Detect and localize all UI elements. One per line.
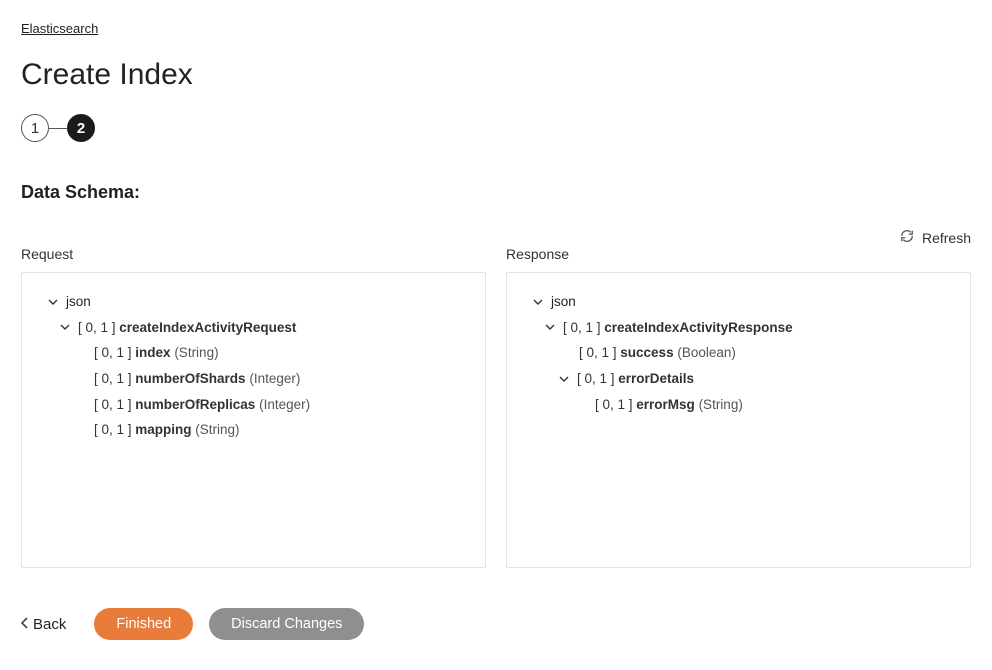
footer-buttons: Back Finished Discard Changes <box>21 608 971 640</box>
tree-node: [ 0, 1 ] index (String) <box>36 340 471 366</box>
finished-button[interactable]: Finished <box>94 608 193 640</box>
tree-node-label: [ 0, 1 ] success (Boolean) <box>579 340 736 366</box>
tree-node-label: [ 0, 1 ] numberOfReplicas (Integer) <box>94 392 310 418</box>
step-2[interactable]: 2 <box>67 114 95 142</box>
tree-node: [ 0, 1 ] numberOfShards (Integer) <box>36 366 471 392</box>
tree-root[interactable]: json <box>521 289 956 315</box>
request-column: Request json[ 0, 1 ] createIndexActivity… <box>21 246 486 568</box>
tree-node: [ 0, 1 ] numberOfReplicas (Integer) <box>36 392 471 418</box>
tree-node-label: [ 0, 1 ] index (String) <box>94 340 219 366</box>
tree-node-label: [ 0, 1 ] createIndexActivityRequest <box>78 315 296 341</box>
chevron-down-icon[interactable] <box>543 320 557 334</box>
tree-node-label: [ 0, 1 ] numberOfShards (Integer) <box>94 366 300 392</box>
refresh-button[interactable]: Refresh <box>900 229 971 246</box>
request-schema-panel: json[ 0, 1 ] createIndexActivityRequest[… <box>21 272 486 568</box>
tree-root-label: json <box>66 289 91 315</box>
refresh-icon <box>900 229 914 246</box>
tree-node-label: [ 0, 1 ] errorMsg (String) <box>595 392 743 418</box>
chevron-down-icon[interactable] <box>531 295 545 309</box>
breadcrumb-link[interactable]: Elasticsearch <box>21 21 98 36</box>
response-column: Response json[ 0, 1 ] createIndexActivit… <box>506 246 971 568</box>
tree-node[interactable]: [ 0, 1 ] errorDetails <box>521 366 956 392</box>
request-label: Request <box>21 246 486 262</box>
tree-node[interactable]: [ 0, 1 ] createIndexActivityRequest <box>36 315 471 341</box>
stepper: 1 2 <box>21 114 971 142</box>
discard-button[interactable]: Discard Changes <box>209 608 364 640</box>
tree-node: [ 0, 1 ] errorMsg (String) <box>521 392 956 418</box>
step-connector <box>49 128 67 129</box>
refresh-label: Refresh <box>922 230 971 246</box>
tree-node-label: [ 0, 1 ] errorDetails <box>577 366 694 392</box>
step-1[interactable]: 1 <box>21 114 49 142</box>
back-label: Back <box>33 616 66 633</box>
tree-node: [ 0, 1 ] mapping (String) <box>36 417 471 443</box>
section-title: Data Schema: <box>21 182 971 203</box>
tree-root[interactable]: json <box>36 289 471 315</box>
response-schema-panel: json[ 0, 1 ] createIndexActivityResponse… <box>506 272 971 568</box>
tree-node: [ 0, 1 ] success (Boolean) <box>521 340 956 366</box>
page-title: Create Index <box>21 58 971 92</box>
chevron-left-icon <box>21 616 29 633</box>
chevron-down-icon[interactable] <box>46 295 60 309</box>
tree-node-label: [ 0, 1 ] mapping (String) <box>94 417 240 443</box>
tree-root-label: json <box>551 289 576 315</box>
tree-node-label: [ 0, 1 ] createIndexActivityResponse <box>563 315 793 341</box>
tree-node[interactable]: [ 0, 1 ] createIndexActivityResponse <box>521 315 956 341</box>
response-label: Response <box>506 246 971 262</box>
back-button[interactable]: Back <box>21 616 66 633</box>
chevron-down-icon[interactable] <box>58 320 72 334</box>
chevron-down-icon[interactable] <box>557 372 571 386</box>
